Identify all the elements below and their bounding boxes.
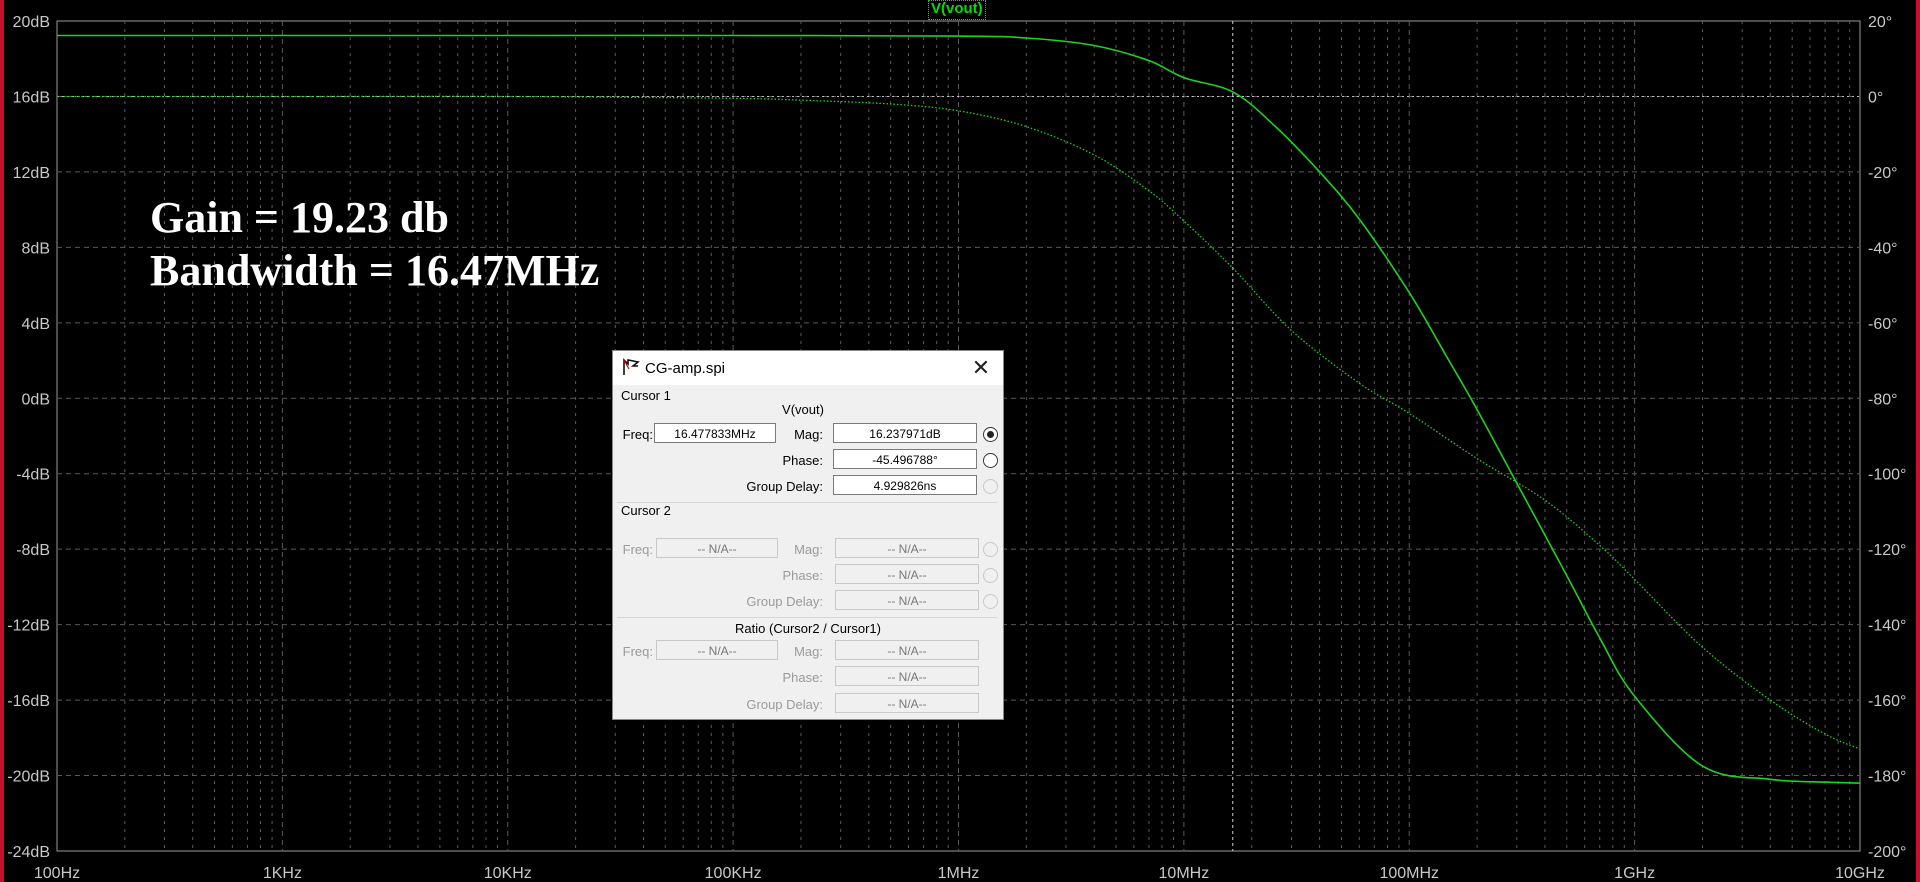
ltspice-icon <box>623 358 640 375</box>
cursor2-freq-label: Freq: <box>622 542 653 557</box>
y-right-tick-label: -20° <box>1868 165 1898 182</box>
ratio-mag-label: Mag: <box>794 644 823 659</box>
x-tick-labels: 100Hz 1KHz 10KHz 100KHz 1MHz 10MHz 100MHz 1GHz 1… <box>34 865 1885 882</box>
x-tick-label: 10KHz <box>484 865 532 882</box>
y-right-tick-label: -180° <box>1868 769 1906 786</box>
x-tick-label: 1KHz <box>263 865 302 882</box>
cursor2-groupdelay-label: Group Delay: <box>746 594 823 609</box>
y-right-tick-label: 20° <box>1868 14 1892 31</box>
cursor1-mag-radio[interactable] <box>983 427 998 442</box>
cursor1-groupdelay-label: Group Delay: <box>746 479 823 494</box>
ratio-groupdelay-label: Group Delay: <box>746 697 823 712</box>
x-tick-label: 100Hz <box>34 865 80 882</box>
y-left-tick-label: -24dB <box>7 844 50 861</box>
cursor1-trace-name: V(vout) <box>782 402 824 417</box>
ratio-phase-field[interactable]: -- N/A-- <box>835 666 979 686</box>
x-tick-label: 10GHz <box>1835 865 1885 882</box>
ratio-header: Ratio (Cursor2 / Cursor1) <box>735 621 881 636</box>
cursor1-phase-radio[interactable] <box>983 453 998 468</box>
cursor1-freq-field[interactable]: 16.477833MHz <box>654 423 776 443</box>
y-right-tick-label: -200° <box>1868 844 1906 861</box>
ratio-mag-field[interactable]: -- N/A-- <box>835 640 979 660</box>
ratio-phase-label: Phase: <box>782 670 823 685</box>
ratio-freq-field[interactable]: -- N/A-- <box>656 640 778 660</box>
y-left-tick-label: -12dB <box>7 618 50 635</box>
cursor2-header: Cursor 2 <box>621 503 671 518</box>
y-right-tick-label: -80° <box>1868 391 1898 408</box>
y-left-tick-label: -16dB <box>7 693 50 710</box>
y-right-tick-labels: 20° 0° -20° -40° -60° -80° -100° -120° -140° -160… <box>1868 14 1906 861</box>
cursor2-phase-radio[interactable] <box>983 568 998 583</box>
y-left-tick-label: 16dB <box>13 89 50 106</box>
y-left-tick-label: 4dB <box>22 316 50 333</box>
cursor2-mag-field[interactable]: -- N/A-- <box>835 538 979 558</box>
y-left-tick-label: 12dB <box>13 165 50 182</box>
cursor1-phase-field[interactable]: -45.496788° <box>833 449 977 469</box>
cursor2-freq-field[interactable]: -- N/A-- <box>656 538 778 558</box>
x-tick-label: 10MHz <box>1159 865 1210 882</box>
y-right-tick-label: -120° <box>1868 542 1906 559</box>
cursor1-header: Cursor 1 <box>621 388 671 403</box>
y-left-tick-label: 0dB <box>22 391 50 408</box>
dialog-title: CG-amp.spi <box>645 360 726 377</box>
cursor2-mag-radio[interactable] <box>983 542 998 557</box>
ratio-groupdelay-field[interactable]: -- N/A-- <box>835 693 979 713</box>
cursor1-mag-label: Mag: <box>794 427 823 442</box>
y-left-tick-label: -20dB <box>7 769 50 786</box>
cursor1-groupdelay-radio[interactable] <box>983 479 998 494</box>
y-left-tick-label: -4dB <box>16 467 50 484</box>
trace-label[interactable]: V(vout) <box>928 0 986 20</box>
y-right-tick-label: 0° <box>1868 89 1883 106</box>
gain-annotation: Gain = 19.23 db <box>150 193 449 242</box>
window-border-left <box>0 0 4 882</box>
dialog-titlebar[interactable]: CG-amp.spi ✕ <box>613 351 1003 385</box>
close-icon[interactable]: ✕ <box>969 355 993 381</box>
x-tick-label: 100KHz <box>705 865 762 882</box>
y-left-tick-label: -8dB <box>16 542 50 559</box>
y-right-tick-label: -160° <box>1868 693 1906 710</box>
cursor2-groupdelay-field[interactable]: -- N/A-- <box>835 590 979 610</box>
y-left-tick-labels: 20dB 16dB 12dB 8dB 4dB 0dB -4dB -8dB -12dB -16dB -… <box>7 14 50 861</box>
ratio-freq-label: Freq: <box>622 644 653 659</box>
cursor2-phase-label: Phase: <box>782 568 823 583</box>
x-tick-label: 1MHz <box>938 865 980 882</box>
y-left-tick-label: 20dB <box>13 14 50 31</box>
cursor1-groupdelay-field[interactable]: 4.929826ns <box>833 475 977 495</box>
cursor-dialog[interactable]: CG-amp.spi ✕ Cursor 1 V(vout) Freq: 16.4… <box>612 350 1004 720</box>
window-border-right <box>1916 0 1920 882</box>
y-left-tick-label: 8dB <box>22 240 50 257</box>
cursor2-groupdelay-radio[interactable] <box>983 594 998 609</box>
separator <box>617 617 997 618</box>
separator <box>617 502 997 503</box>
cursor2-phase-field[interactable]: -- N/A-- <box>835 564 979 584</box>
cursor1-freq-label: Freq: <box>622 427 653 442</box>
cursor1-phase-label: Phase: <box>782 453 823 468</box>
y-right-tick-label: -140° <box>1868 618 1906 635</box>
y-right-tick-label: -60° <box>1868 316 1898 333</box>
bandwidth-annotation: Bandwidth = 16.47MHz <box>150 246 600 295</box>
cursor2-mag-label: Mag: <box>794 542 823 557</box>
y-right-tick-label: -100° <box>1868 467 1906 484</box>
y-right-tick-label: -40° <box>1868 240 1898 257</box>
x-tick-label: 1GHz <box>1614 865 1655 882</box>
cursor1-mag-field[interactable]: 16.237971dB <box>833 423 977 443</box>
x-tick-label: 100MHz <box>1379 865 1439 882</box>
